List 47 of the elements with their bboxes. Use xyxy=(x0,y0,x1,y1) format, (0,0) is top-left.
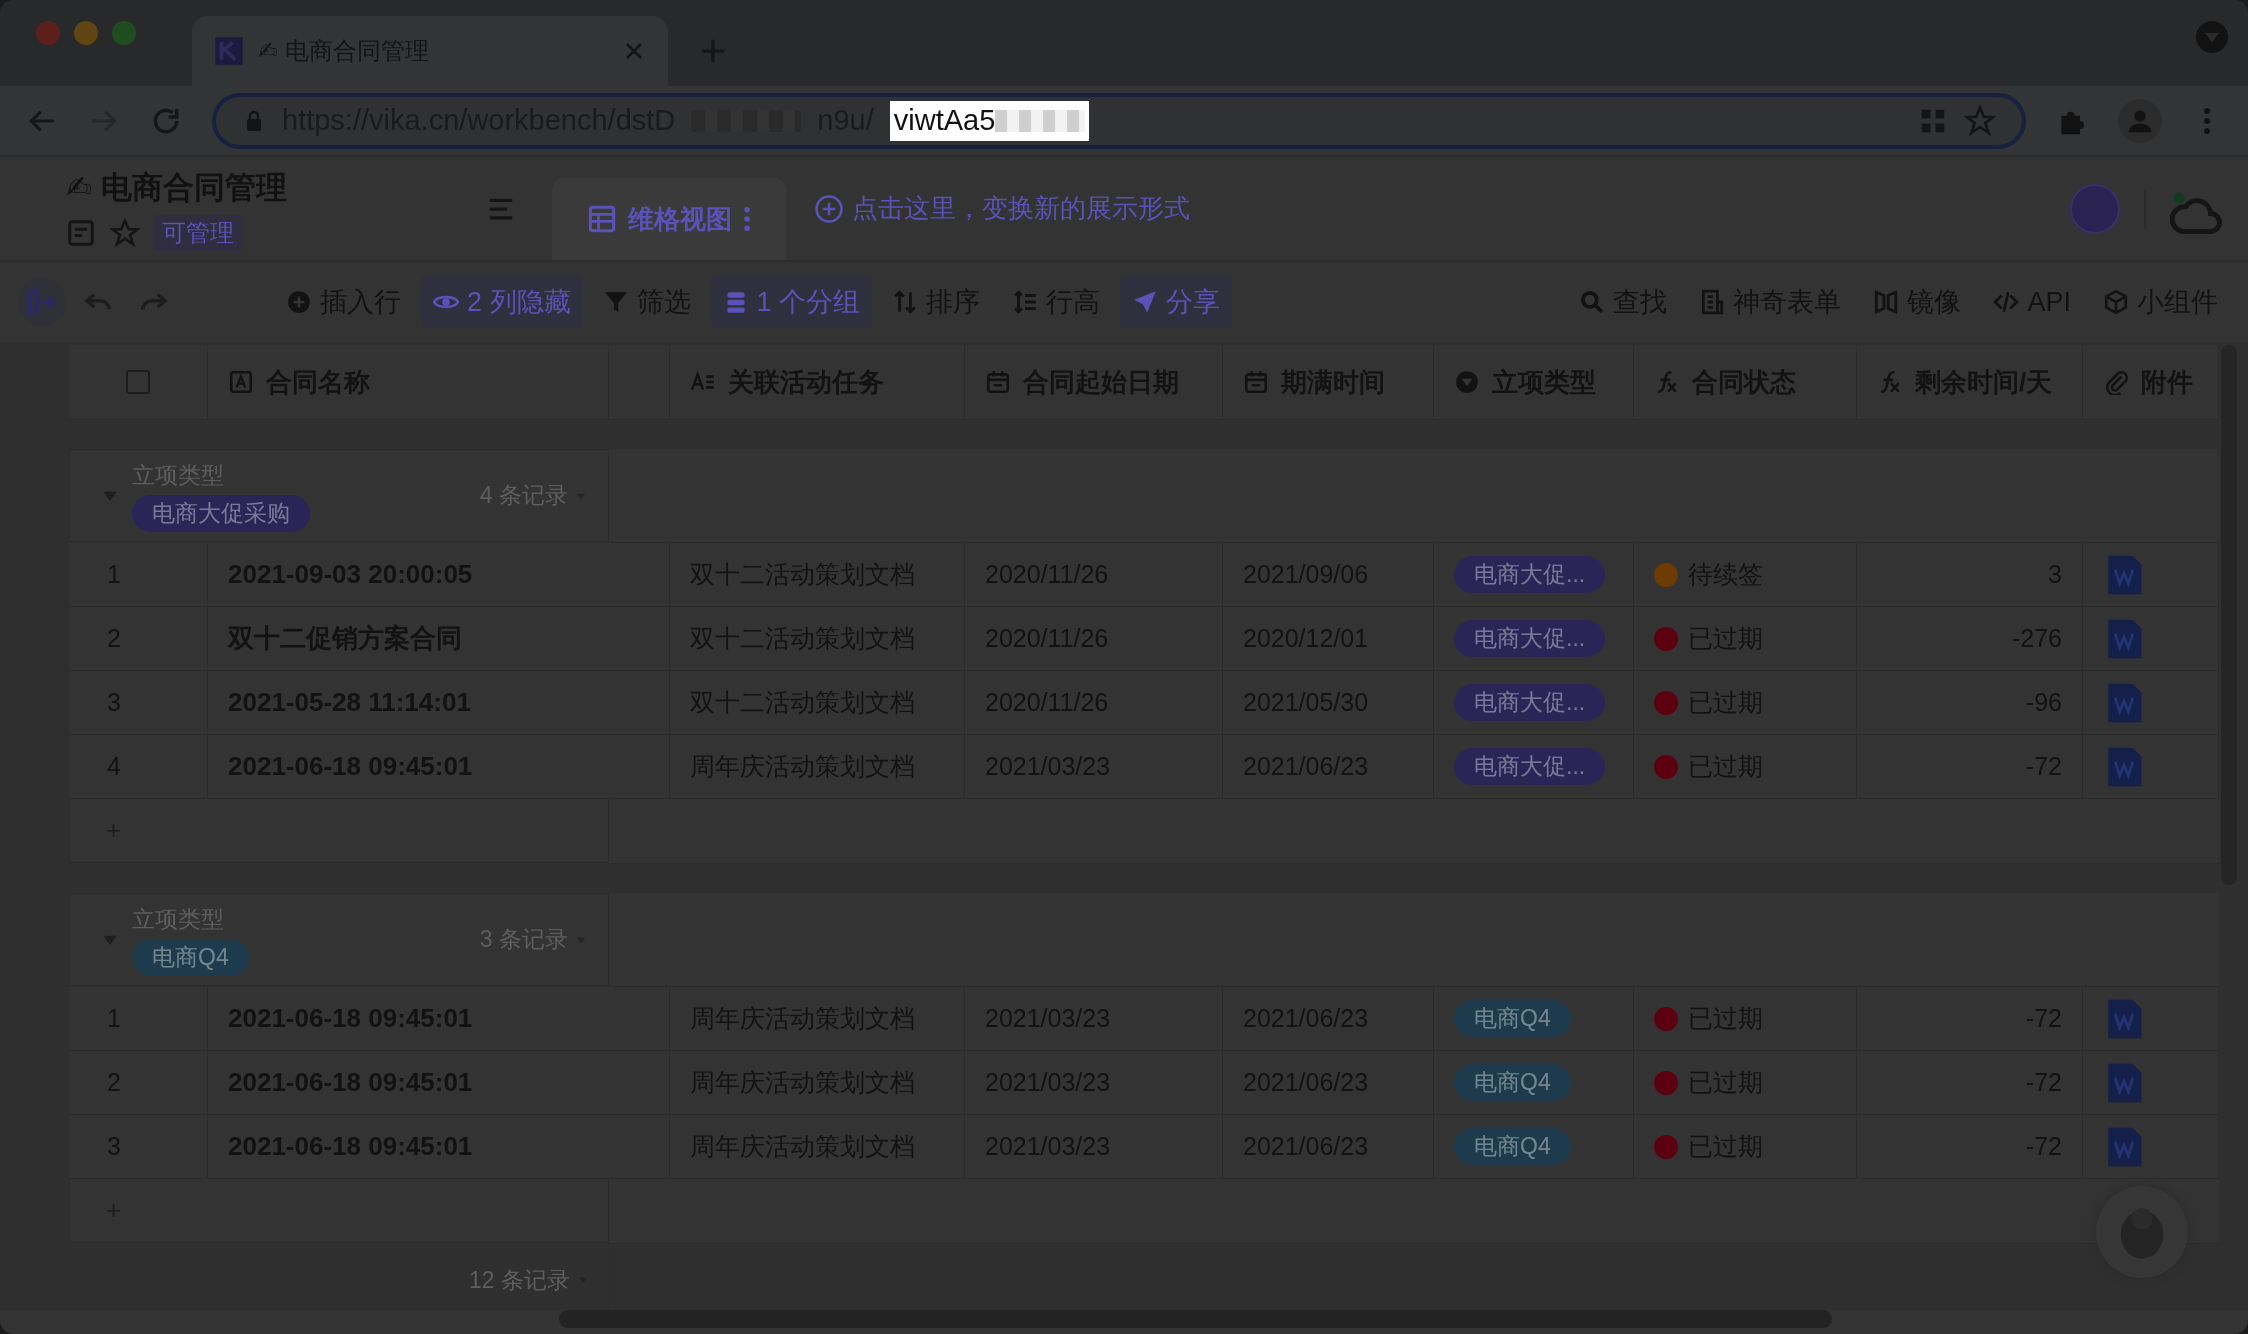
more-icon[interactable] xyxy=(744,207,750,231)
group-tag: 电商Q4 xyxy=(132,938,249,976)
toolbar-button[interactable]: 分享 xyxy=(1120,276,1233,328)
search-icon xyxy=(1579,289,1606,315)
description-icon[interactable] xyxy=(66,217,96,248)
type-tag: 电商大促... xyxy=(1454,748,1606,785)
view-hint-link[interactable]: 点击这里，变换新的展示形式 xyxy=(852,191,1190,226)
close-window-button[interactable] xyxy=(36,21,60,45)
group-tag: 电商大促采购 xyxy=(132,494,310,532)
paperclip-icon xyxy=(2103,369,2129,395)
plus-circle-icon xyxy=(814,193,844,224)
form-icon xyxy=(1699,289,1726,315)
type-tag: 电商大促... xyxy=(1454,556,1606,593)
view-tab[interactable]: 维格视图 xyxy=(552,178,786,260)
calendar-icon xyxy=(1243,369,1269,395)
toolbar-button[interactable]: 1 个分组 xyxy=(710,276,873,328)
send-icon xyxy=(1132,289,1159,315)
permission-badge: 可管理 xyxy=(154,214,242,251)
add-row-button[interactable]: + xyxy=(106,1195,122,1226)
zoom-window-button[interactable] xyxy=(112,21,136,45)
type-tag: 电商Q4 xyxy=(1454,1128,1571,1165)
profile-button[interactable] xyxy=(2118,98,2162,143)
type-tag: 电商Q4 xyxy=(1454,1000,1571,1037)
code-icon xyxy=(1993,289,2020,315)
user-avatar[interactable] xyxy=(2070,183,2120,234)
site-logo-icon xyxy=(214,36,244,66)
url-text: viwtAa5 xyxy=(893,104,996,137)
add-row-button[interactable]: + xyxy=(106,815,122,846)
row-height-icon xyxy=(1012,289,1039,315)
dropdown-icon[interactable] xyxy=(2196,21,2228,53)
panel-icon xyxy=(27,287,57,317)
mirror-icon xyxy=(1873,289,1900,315)
star-icon[interactable] xyxy=(1964,104,1996,137)
panel-toggle-button[interactable] xyxy=(18,278,66,326)
grid-view-icon xyxy=(588,205,616,233)
text-field-icon xyxy=(228,369,254,395)
plus-circle-icon xyxy=(286,289,312,315)
star-icon[interactable] xyxy=(110,217,140,248)
type-tag: 电商大促... xyxy=(1454,684,1606,721)
cube-icon xyxy=(2103,289,2129,315)
type-tag: 电商Q4 xyxy=(1454,1064,1571,1101)
sort-icon xyxy=(892,289,919,315)
calendar-icon xyxy=(985,369,1011,395)
minimize-window-button[interactable] xyxy=(74,21,98,45)
type-tag: 电商大促... xyxy=(1454,620,1606,657)
select-icon xyxy=(1454,369,1480,395)
toolbar-button[interactable]: 2 列隐藏 xyxy=(421,276,583,328)
